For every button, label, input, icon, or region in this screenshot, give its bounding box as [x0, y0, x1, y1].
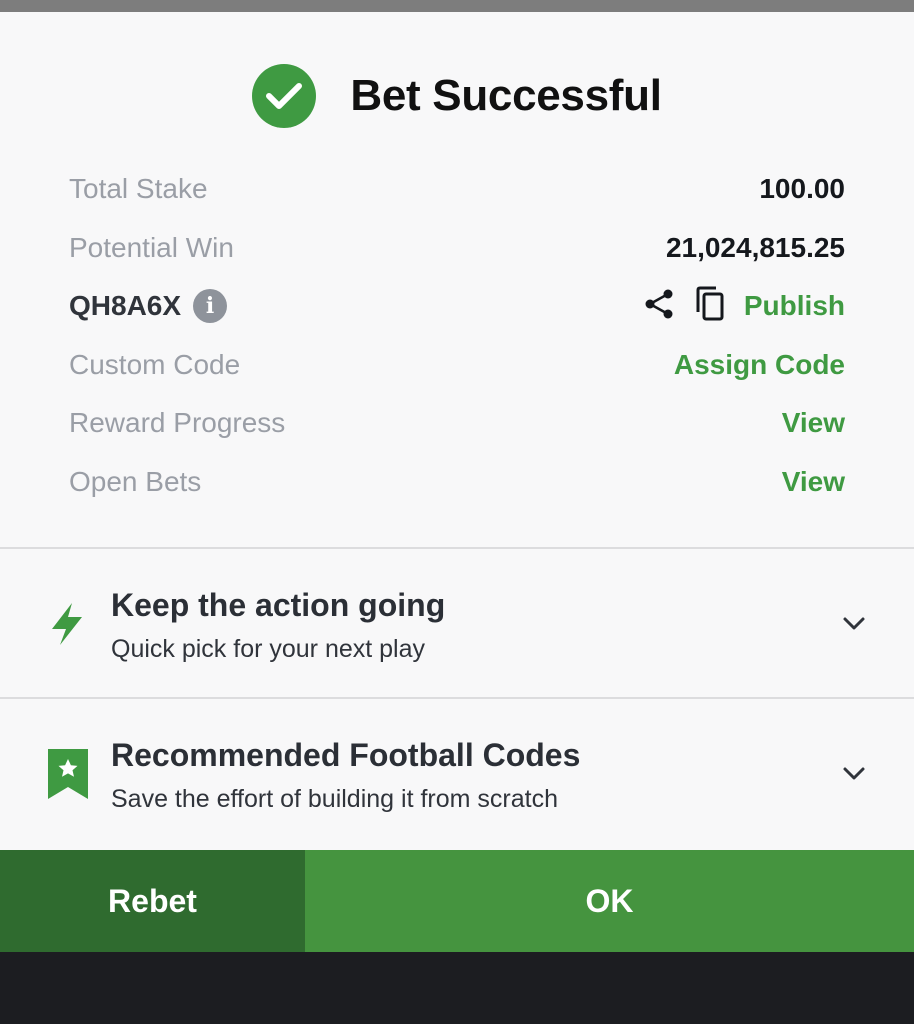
booking-code-group: QH8A6X i	[69, 289, 228, 324]
reward-progress-label: Reward Progress	[69, 407, 286, 439]
chevron-down-icon[interactable]	[840, 610, 868, 638]
total-stake-label: Total Stake	[69, 173, 208, 205]
total-stake-row: Total Stake 100.00	[69, 160, 845, 219]
ok-button[interactable]: OK	[305, 850, 914, 952]
custom-code-label: Custom Code	[69, 348, 241, 380]
potential-win-value: 21,024,815.25	[665, 231, 845, 263]
rebet-button[interactable]: Rebet	[0, 850, 305, 952]
bottom-bar	[0, 952, 914, 1024]
lightning-icon	[46, 601, 88, 652]
page-title: Bet Successful	[350, 71, 662, 120]
publish-link[interactable]: Publish	[744, 290, 845, 322]
open-bets-label: Open Bets	[69, 465, 202, 497]
bet-details: Total Stake 100.00 Potential Win 21,024,…	[69, 160, 845, 511]
open-bets-view-link[interactable]: View	[782, 466, 845, 498]
copy-icon[interactable]	[694, 286, 726, 327]
booking-actions: Publish	[642, 286, 845, 327]
quick-pick-subtitle: Quick pick for your next play	[111, 635, 426, 663]
potential-win-label: Potential Win	[69, 231, 234, 263]
bookmark-star-icon	[46, 747, 90, 806]
bet-success-sheet: Bet Successful Total Stake 100.00 Potent…	[0, 12, 914, 850]
share-icon[interactable]	[642, 287, 676, 326]
quick-pick-section[interactable]: Keep the action going Quick pick for you…	[0, 549, 914, 697]
chevron-down-icon[interactable]	[840, 760, 868, 788]
top-strip	[0, 0, 914, 12]
assign-code-link[interactable]: Assign Code	[674, 349, 845, 381]
total-stake-value: 100.00	[759, 173, 845, 205]
reward-progress-view-link[interactable]: View	[782, 407, 845, 439]
recommended-codes-title: Recommended Football Codes	[111, 737, 581, 773]
potential-win-row: Potential Win 21,024,815.25	[69, 219, 845, 278]
recommended-codes-subtitle: Save the effort of building it from scra…	[111, 785, 558, 813]
check-circle-icon	[252, 64, 317, 128]
reward-progress-row: Reward Progress View	[69, 394, 845, 453]
booking-code-row: QH8A6X i Publish	[69, 277, 845, 336]
info-icon[interactable]: i	[193, 289, 228, 324]
custom-code-row: Custom Code Assign Code	[69, 336, 845, 395]
open-bets-row: Open Bets View	[69, 453, 845, 512]
booking-code: QH8A6X	[69, 290, 182, 322]
action-buttons: Rebet OK	[0, 850, 914, 952]
quick-pick-title: Keep the action going	[111, 587, 446, 623]
header: Bet Successful	[0, 62, 914, 130]
recommended-codes-section[interactable]: Recommended Football Codes Save the effo…	[0, 699, 914, 847]
